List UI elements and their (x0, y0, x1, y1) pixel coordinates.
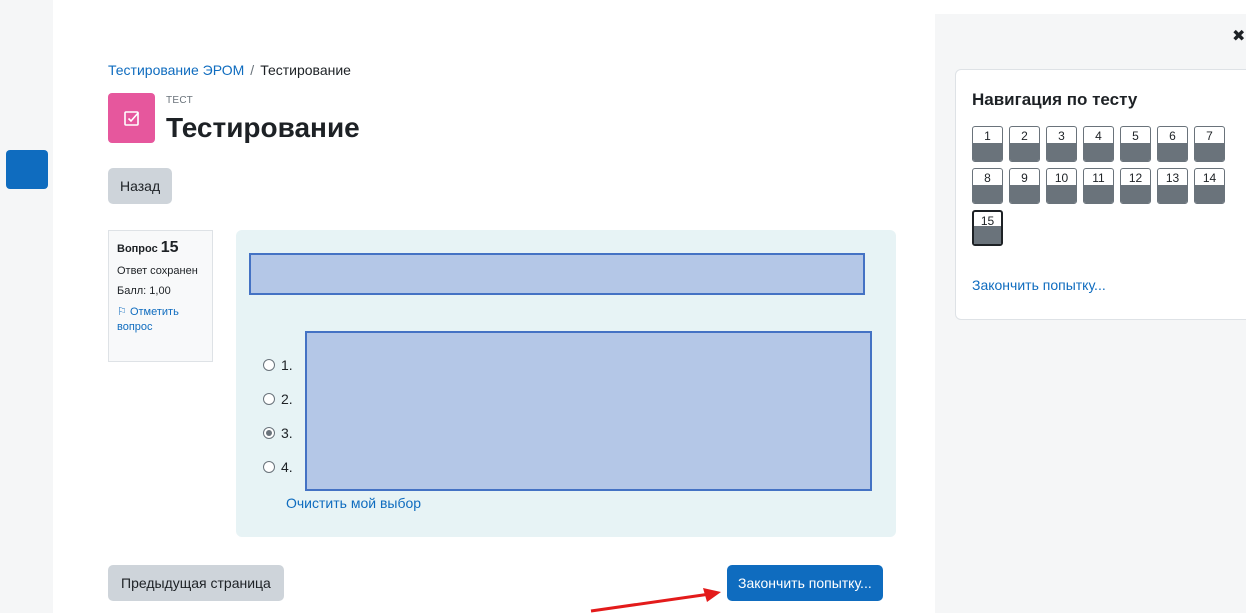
breadcrumb: Тестирование ЭРОМ / Тестирование (108, 62, 351, 78)
quiz-nav-button-3[interactable]: 3 (1046, 126, 1077, 162)
quiz-nav-number: 3 (1058, 129, 1065, 143)
quiz-nav-button-1[interactable]: 1 (972, 126, 1003, 162)
left-drawer-rail (0, 0, 53, 613)
quiz-nav-button-5[interactable]: 5 (1120, 126, 1151, 162)
quiz-nav-button-6[interactable]: 6 (1157, 126, 1188, 162)
course-index-toggle-button[interactable] (6, 150, 48, 189)
answered-indicator (974, 226, 1001, 244)
question-info-panel: Вопрос 15 Ответ сохранен Балл: 1,00 ⚐ От… (108, 230, 213, 362)
quiz-nav-number: 6 (1169, 129, 1176, 143)
answered-indicator (1084, 185, 1113, 203)
radio-button[interactable] (263, 359, 275, 371)
answered-indicator (973, 143, 1002, 161)
answers-text-redacted (305, 331, 872, 491)
quiz-nav-button-2[interactable]: 2 (1009, 126, 1040, 162)
quiz-nav-number: 7 (1206, 129, 1213, 143)
quiz-nav-button-15[interactable]: 15 (972, 210, 1003, 246)
answered-indicator (1121, 143, 1150, 161)
quiz-nav-number: 4 (1095, 129, 1102, 143)
answered-indicator (1010, 143, 1039, 161)
question-number: Вопрос 15 (117, 239, 179, 256)
quiz-nav-number: 2 (1021, 129, 1028, 143)
flag-question-link[interactable]: ⚐ Отметить вопрос (117, 305, 204, 335)
quiz-nav-button-14[interactable]: 14 (1194, 168, 1225, 204)
answered-indicator (1010, 185, 1039, 203)
back-button[interactable]: Назад (108, 168, 173, 204)
quiz-checkbox-icon (108, 93, 155, 143)
quiz-nav-button-11[interactable]: 11 (1083, 168, 1114, 204)
close-drawer-icon[interactable]: ✖ (1232, 26, 1245, 46)
quiz-nav-number: 5 (1132, 129, 1139, 143)
answered-indicator (1195, 185, 1224, 203)
question-text-redacted (249, 253, 865, 295)
clear-choice-link[interactable]: Очистить мой выбор (286, 495, 421, 511)
radio-button[interactable] (263, 427, 275, 439)
quiz-nav-button-4[interactable]: 4 (1083, 126, 1114, 162)
answered-indicator (1158, 143, 1187, 161)
previous-page-button[interactable]: Предыдущая страница (108, 565, 284, 601)
breadcrumb-current: Тестирование (260, 62, 351, 78)
module-type-label: ТЕСТ (166, 95, 193, 106)
answered-indicator (1195, 143, 1224, 161)
question-formulation: 1. 2. 3. 4. Очистить мой выбор (236, 230, 896, 537)
radio-button[interactable] (263, 393, 275, 405)
answer-label: 4. (281, 459, 293, 475)
answered-indicator (1121, 185, 1150, 203)
answer-option[interactable]: 2. (263, 391, 293, 407)
answer-label: 2. (281, 391, 293, 407)
answer-label: 3. (281, 425, 293, 441)
quiz-navigation-grid: 1 2 3 4 5 6 7 8 9 10 11 12 13 14 15 (972, 126, 1242, 246)
breadcrumb-course-link[interactable]: Тестирование ЭРОМ (108, 62, 244, 78)
quiz-nav-button-8[interactable]: 8 (972, 168, 1003, 204)
quiz-navigation-title: Навигация по тесту (972, 90, 1138, 109)
quiz-nav-number: 14 (1202, 171, 1217, 185)
flag-icon: ⚐ (117, 306, 127, 318)
page-title: Тестирование (166, 112, 360, 143)
quiz-nav-number: 11 (1092, 171, 1105, 185)
question-state: Ответ сохранен (117, 265, 198, 277)
annotation-arrow-icon (590, 588, 721, 613)
answered-indicator (1047, 143, 1076, 161)
finish-attempt-button[interactable]: Закончить попытку... (727, 565, 883, 601)
answered-indicator (973, 185, 1002, 203)
answered-indicator (1084, 143, 1113, 161)
quiz-nav-number: 1 (984, 129, 991, 143)
answered-indicator (1158, 185, 1187, 203)
answer-option[interactable]: 1. (263, 357, 293, 373)
answered-indicator (1047, 185, 1076, 203)
answer-option[interactable]: 4. (263, 459, 293, 475)
quiz-nav-button-10[interactable]: 10 (1046, 168, 1077, 204)
quiz-nav-number: 12 (1128, 171, 1143, 185)
question-grade: Балл: 1,00 (117, 285, 171, 297)
quiz-nav-number: 8 (984, 171, 991, 185)
quiz-nav-button-7[interactable]: 7 (1194, 126, 1225, 162)
quiz-navigation-block: Навигация по тесту 1 2 3 4 5 6 7 8 9 10 11 12 13 14 15… (955, 69, 1246, 320)
quiz-nav-button-12[interactable]: 12 (1120, 168, 1151, 204)
breadcrumb-separator: / (250, 62, 255, 78)
nav-finish-attempt-link[interactable]: Закончить попытку... (972, 277, 1106, 293)
quiz-nav-number: 13 (1165, 171, 1180, 185)
quiz-nav-button-9[interactable]: 9 (1009, 168, 1040, 204)
answer-option[interactable]: 3. (263, 425, 293, 441)
quiz-nav-button-13[interactable]: 13 (1157, 168, 1188, 204)
quiz-nav-number: 10 (1054, 171, 1069, 185)
radio-button[interactable] (263, 461, 275, 473)
answer-label: 1. (281, 357, 293, 373)
quiz-nav-number: 9 (1021, 171, 1028, 185)
